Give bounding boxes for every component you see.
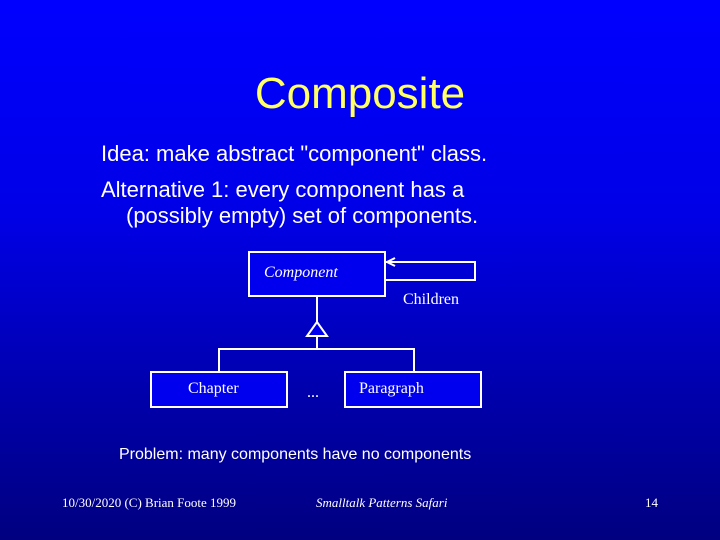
footer-presentation-title: Smalltalk Patterns Safari [316,495,448,510]
component-class-label: Component [264,264,338,281]
inheritance-branch [218,348,415,372]
footer-page-number: 14 [645,495,658,510]
ellipsis: ... [307,384,319,401]
children-association-label: Children [403,291,459,308]
paragraph-class-label: Paragraph [359,380,424,397]
chapter-class-label: Chapter [188,380,239,397]
children-association-line [385,261,476,281]
problem-statement: Problem: many components have no compone… [119,446,472,463]
footer-date-copyright: 10/30/2020 (C) Brian Foote 1999 [62,495,237,510]
inheritance-triangle-icon [305,320,329,337]
